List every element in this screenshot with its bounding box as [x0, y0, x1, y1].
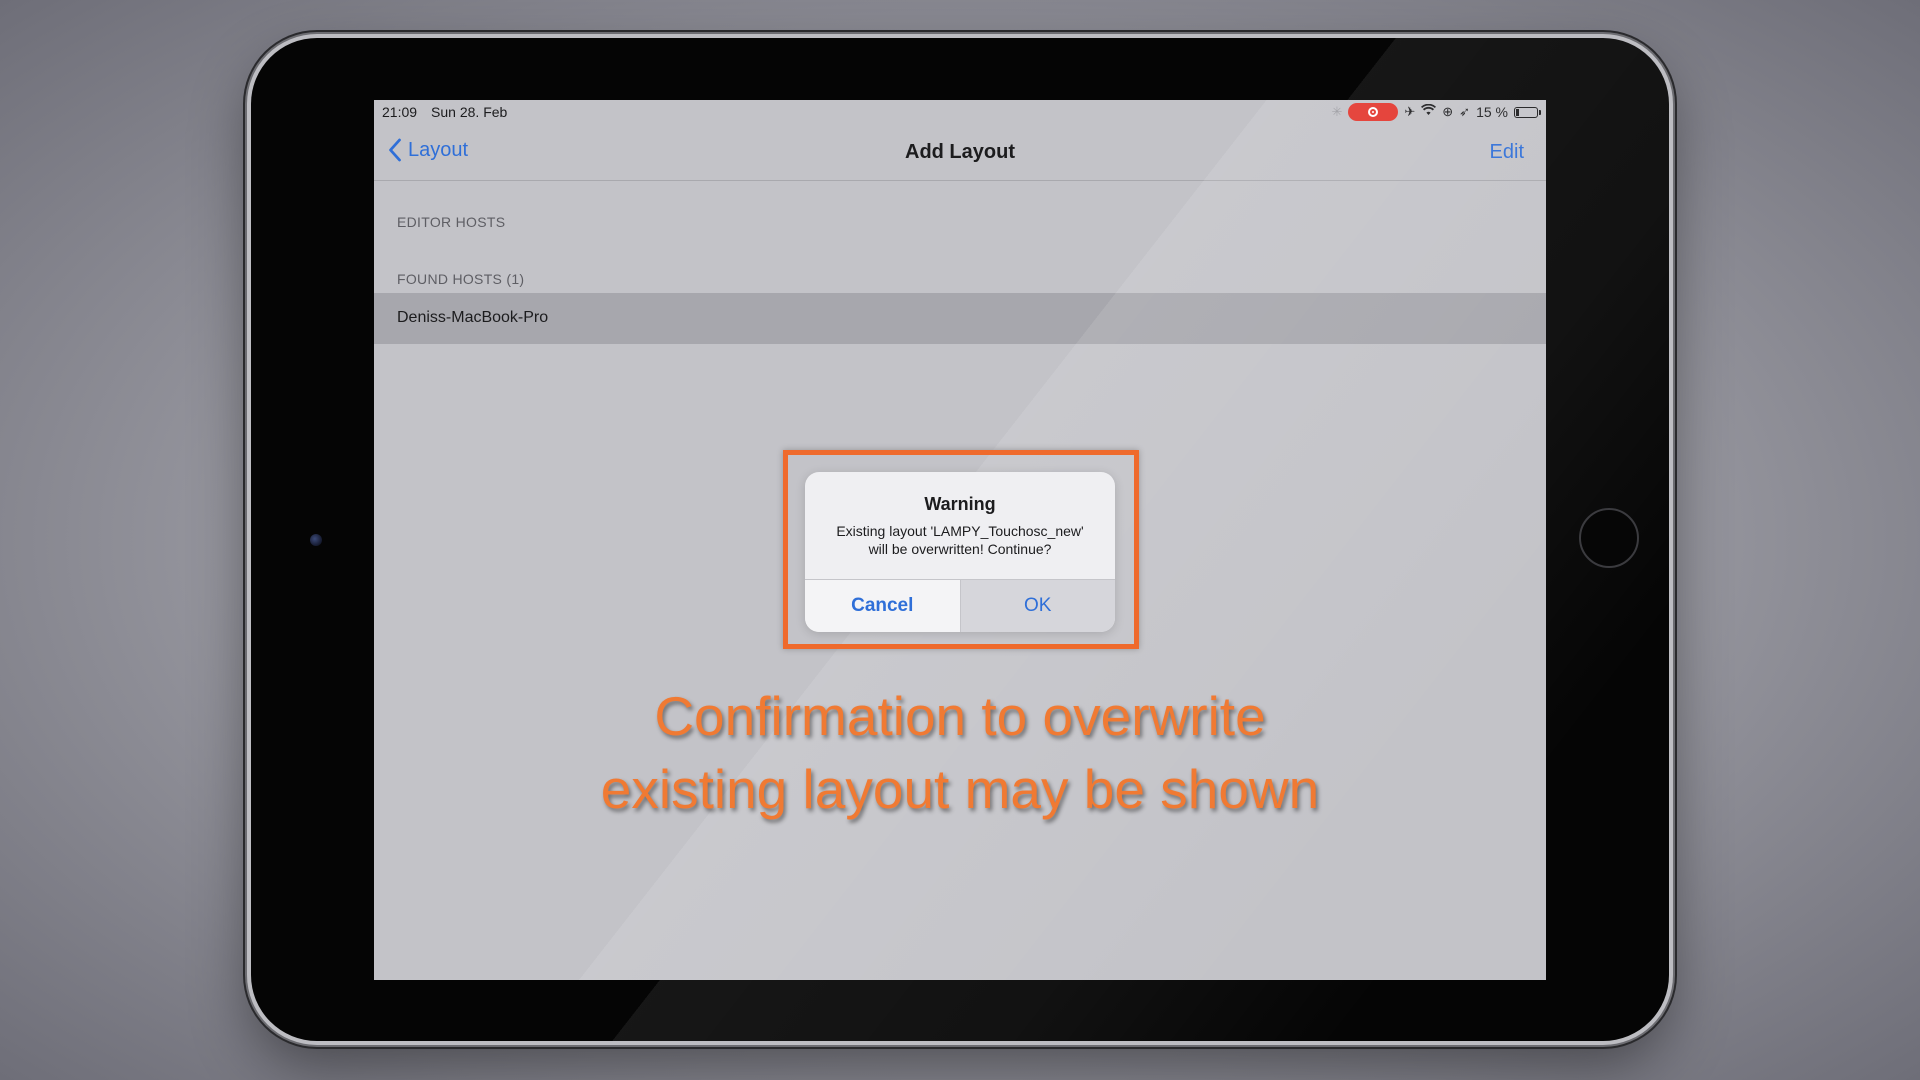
- caption-line-1: Confirmation to overwrite: [654, 685, 1266, 747]
- host-list-item[interactable]: Deniss-MacBook-Pro: [374, 293, 1546, 344]
- home-button[interactable]: [1579, 508, 1639, 568]
- front-camera: [310, 534, 322, 546]
- location-icon: ➶: [1459, 104, 1471, 119]
- status-bar: 21:09 Sun 28. Feb ✳ ✈ ⊕ ➶ 15 %: [374, 100, 1546, 124]
- alert-button-row: Cancel OK: [805, 579, 1115, 632]
- status-date: Sun 28. Feb: [431, 104, 508, 120]
- edit-button[interactable]: Edit: [1490, 141, 1524, 164]
- battery-icon: [1514, 106, 1541, 118]
- status-time: 21:09: [382, 104, 418, 120]
- cancel-button[interactable]: Cancel: [805, 580, 961, 632]
- screen-recording-icon[interactable]: [1348, 103, 1399, 121]
- battery-percent: 15 %: [1476, 104, 1508, 120]
- alert-message-line-2: will be overwritten! Continue?: [868, 541, 1052, 557]
- section-header-editor-hosts: EDITOR HOSTS: [397, 214, 506, 230]
- battery-fill: [1516, 108, 1519, 116]
- wifi-icon: [1421, 103, 1437, 120]
- ok-button[interactable]: OK: [960, 580, 1115, 632]
- navigation-bar: Layout Add Layout Edit: [374, 124, 1546, 181]
- section-header-found-hosts: FOUND HOSTS (1): [397, 271, 525, 287]
- alert-message: Existing layout 'LAMPY_Touchosc_new' wil…: [819, 522, 1101, 558]
- alert-message-line-1: Existing layout 'LAMPY_Touchosc_new': [836, 523, 1084, 539]
- airplane-icon: ✈: [1404, 104, 1416, 119]
- record-dot-icon: [1368, 107, 1379, 117]
- warning-alert: Warning Existing layout 'LAMPY_Touchosc_…: [805, 472, 1115, 632]
- status-right: ✳ ✈ ⊕ ➶ 15 %: [1331, 103, 1541, 121]
- alert-title: Warning: [924, 494, 996, 514]
- tutorial-caption: Confirmation to overwrite existing layou…: [374, 680, 1546, 826]
- status-left: 21:09 Sun 28. Feb: [382, 104, 507, 120]
- spinner-icon: ✳: [1331, 104, 1343, 119]
- orientation-lock-icon: ⊕: [1442, 104, 1454, 119]
- caption-line-2: existing layout may be shown: [600, 758, 1320, 820]
- page-title: Add Layout: [905, 141, 1015, 163]
- host-name: Deniss-MacBook-Pro: [397, 309, 549, 326]
